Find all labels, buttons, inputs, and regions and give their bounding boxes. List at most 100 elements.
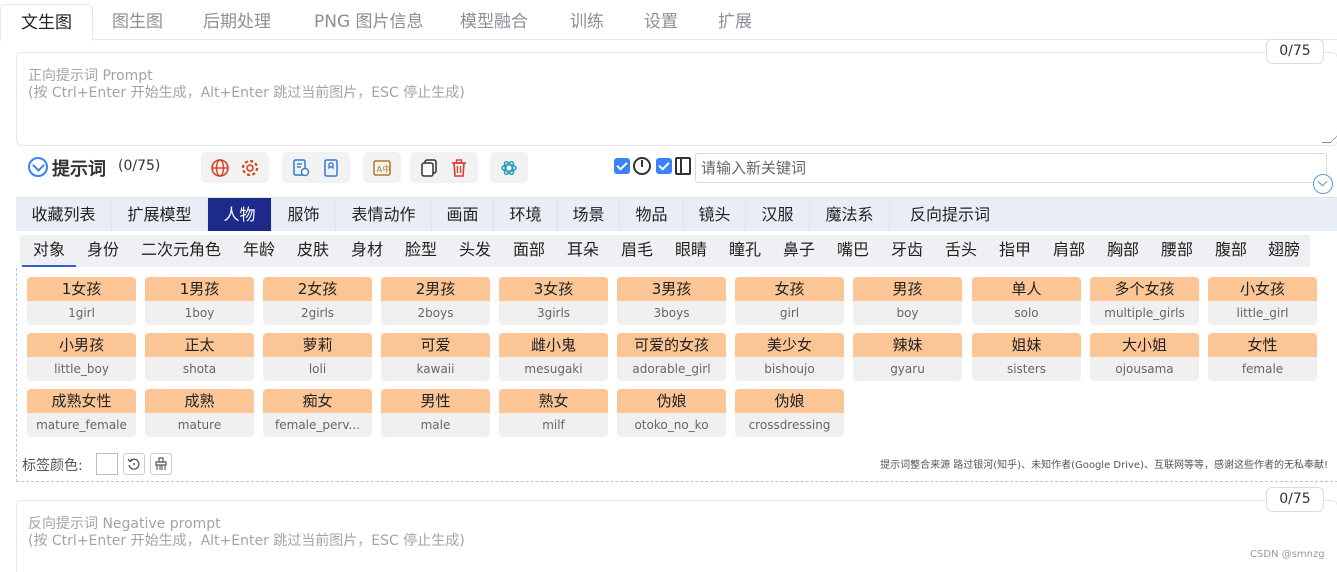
- tag-chip[interactable]: 萝莉 loli: [263, 333, 372, 381]
- subcategory-item[interactable]: 面部: [502, 235, 556, 267]
- category-lens[interactable]: 镜头: [684, 198, 746, 231]
- tag-chip[interactable]: 辣妹 gyaru: [853, 333, 962, 381]
- subcategory-item[interactable]: 身材: [340, 235, 394, 267]
- tag-chip[interactable]: 3男孩 3boys: [617, 277, 726, 325]
- chevron-down-icon[interactable]: [1313, 174, 1333, 194]
- history-icon[interactable]: [286, 152, 316, 183]
- category-clothing[interactable]: 服饰: [272, 198, 336, 231]
- reset-icon[interactable]: [123, 453, 145, 475]
- tab-extensions[interactable]: 扩展: [698, 4, 772, 40]
- subcategory-item[interactable]: 腰部: [1150, 235, 1204, 267]
- tag-footer: 标签颜色: 提示词整合来源 路过银河(知乎)、未知作者(Google Drive…: [16, 448, 1337, 480]
- tag-chip[interactable]: 大小姐 ojousama: [1090, 333, 1199, 381]
- panel-checkbox[interactable]: [656, 158, 672, 174]
- category-environment[interactable]: 环境: [494, 198, 558, 231]
- resize-handle[interactable]: [1321, 134, 1337, 143]
- subcategory-item[interactable]: 眉毛: [610, 235, 664, 267]
- auto-checkbox[interactable]: [614, 158, 630, 174]
- globe-icon[interactable]: [205, 152, 235, 183]
- subcategory-bar: 对象 身份 二次元角色 年龄 皮肤 身材 脸型 头发 面部 耳朵 眉毛 眼睛 瞳…: [20, 235, 1310, 267]
- negative-prompt-textarea[interactable]: 反向提示词 Negative prompt (按 Ctrl+Enter 开始生成…: [16, 500, 1337, 572]
- tag-color-picker[interactable]: [96, 453, 118, 475]
- prompt-toolbar: 提示词 (0/75) A中: [16, 150, 1337, 194]
- tag-chip[interactable]: 痴女 female_perv...: [263, 389, 372, 437]
- subcategory-item[interactable]: 腹部: [1204, 235, 1258, 267]
- tag-chip[interactable]: 3女孩 3girls: [499, 277, 608, 325]
- subcategory-item[interactable]: 对象: [22, 235, 76, 267]
- tag-chip[interactable]: 1女孩 1girl: [27, 277, 136, 325]
- subcategory-item[interactable]: 翅膀: [1258, 235, 1310, 267]
- delete-icon[interactable]: [444, 152, 474, 183]
- tag-chip[interactable]: 女性 female: [1208, 333, 1317, 381]
- tag-chip[interactable]: 伪娘 otoko_no_ko: [617, 389, 726, 437]
- tag-chip[interactable]: 熟女 milf: [499, 389, 608, 437]
- openai-icon[interactable]: [494, 152, 524, 183]
- category-scene[interactable]: 场景: [558, 198, 620, 231]
- subcategory-item[interactable]: 二次元角色: [130, 235, 232, 267]
- category-magic[interactable]: 魔法系: [810, 198, 890, 231]
- category-negative[interactable]: 反向提示词: [890, 198, 1010, 231]
- collapse-icon[interactable]: [28, 157, 48, 177]
- subcategory-item[interactable]: 牙齿: [880, 235, 934, 267]
- tag-chip[interactable]: 男孩 boy: [853, 277, 962, 325]
- category-favorites[interactable]: 收藏列表: [16, 198, 112, 231]
- clean-icon[interactable]: [150, 453, 172, 475]
- category-composition[interactable]: 画面: [432, 198, 494, 231]
- clock-icon: [633, 157, 651, 175]
- tab-png-info[interactable]: PNG 图片信息: [294, 4, 444, 40]
- tag-chip[interactable]: 2男孩 2boys: [381, 277, 490, 325]
- tag-chip[interactable]: 可爱 kawaii: [381, 333, 490, 381]
- subcategory-item[interactable]: 瞳孔: [718, 235, 772, 267]
- subcategory-item[interactable]: 指甲: [988, 235, 1042, 267]
- subcategory-item[interactable]: 胸部: [1096, 235, 1150, 267]
- tag-chip[interactable]: 正太 shota: [145, 333, 254, 381]
- tag-chip[interactable]: 单人 solo: [972, 277, 1081, 325]
- tag-chip[interactable]: 1男孩 1boy: [145, 277, 254, 325]
- subcategory-item[interactable]: 年龄: [232, 235, 286, 267]
- tab-train[interactable]: 训练: [550, 4, 624, 40]
- openai-button-group: [490, 152, 528, 183]
- tag-chip[interactable]: 小女孩 little_girl: [1208, 277, 1317, 325]
- credits-text: 提示词整合来源 路过银河(知乎)、未知作者(Google Drive)、互联网等…: [880, 460, 1328, 471]
- tab-txt2img[interactable]: 文生图: [0, 4, 93, 41]
- category-items[interactable]: 物品: [620, 198, 684, 231]
- tag-chip[interactable]: 多个女孩 multiple_girls: [1090, 277, 1199, 325]
- tag-chip[interactable]: 小男孩 little_boy: [27, 333, 136, 381]
- tab-extras[interactable]: 后期处理: [183, 4, 291, 40]
- tag-chip[interactable]: 美少女 bishoujo: [735, 333, 844, 381]
- translate-icon[interactable]: A中: [367, 152, 397, 183]
- tag-chip[interactable]: 成熟 mature: [145, 389, 254, 437]
- tag-chip[interactable]: 可爱的女孩 adorable_girl: [617, 333, 726, 381]
- subcategory-item[interactable]: 脸型: [394, 235, 448, 267]
- tab-img2img[interactable]: 图生图: [92, 4, 183, 40]
- tab-settings[interactable]: 设置: [624, 4, 698, 40]
- category-character[interactable]: 人物: [208, 198, 272, 231]
- subcategory-item[interactable]: 眼睛: [664, 235, 718, 267]
- category-hanfu[interactable]: 汉服: [746, 198, 810, 231]
- subcategory-item[interactable]: 耳朵: [556, 235, 610, 267]
- settings-icon[interactable]: [235, 152, 265, 183]
- edit-button-group: [410, 152, 478, 183]
- tag-chip[interactable]: 男性 male: [381, 389, 490, 437]
- tag-chip[interactable]: 2女孩 2girls: [263, 277, 372, 325]
- bookmark-icon[interactable]: [316, 152, 346, 183]
- subcategory-item[interactable]: 头发: [448, 235, 502, 267]
- tag-chip[interactable]: 姐妹 sisters: [972, 333, 1081, 381]
- tag-chip[interactable]: 雌小鬼 mesugaki: [499, 333, 608, 381]
- subcategory-item[interactable]: 鼻子: [772, 235, 826, 267]
- toolbar-title: 提示词: [52, 159, 106, 180]
- subcategory-item[interactable]: 嘴巴: [826, 235, 880, 267]
- subcategory-item[interactable]: 肩部: [1042, 235, 1096, 267]
- tag-chip[interactable]: 伪娘 crossdressing: [735, 389, 844, 437]
- category-extension-models[interactable]: 扩展模型: [112, 198, 208, 231]
- subcategory-item[interactable]: 皮肤: [286, 235, 340, 267]
- subcategory-item[interactable]: 舌头: [934, 235, 988, 267]
- subcategory-item[interactable]: 身份: [76, 235, 130, 267]
- prompt-textarea[interactable]: 正向提示词 Prompt (按 Ctrl+Enter 开始生成，Alt+Ente…: [16, 52, 1337, 146]
- tab-merge[interactable]: 模型融合: [440, 4, 548, 40]
- keyword-input[interactable]: [695, 153, 1327, 183]
- category-expression[interactable]: 表情动作: [336, 198, 432, 231]
- tag-chip[interactable]: 女孩 girl: [735, 277, 844, 325]
- copy-icon[interactable]: [414, 152, 444, 183]
- tag-chip[interactable]: 成熟女性 mature_female: [27, 389, 136, 437]
